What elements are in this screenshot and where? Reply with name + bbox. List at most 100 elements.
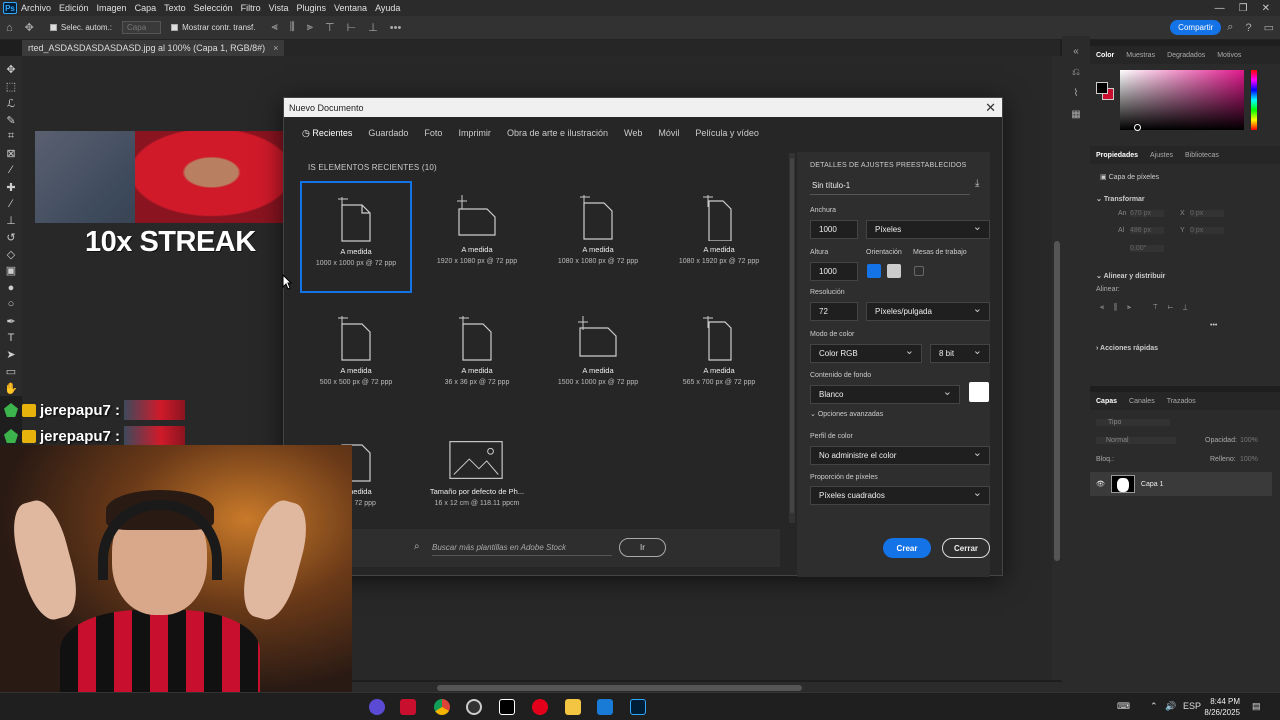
workspace-icon[interactable]: ▭	[1264, 21, 1274, 34]
frame-icon[interactable]: ⊠	[3, 146, 19, 162]
rectangle-icon[interactable]: ▭	[3, 364, 19, 380]
keyboard-icon[interactable]: ⌨	[1117, 701, 1130, 712]
tab-canales[interactable]: Canales	[1129, 398, 1155, 405]
expand-panels-icon[interactable]: «	[1073, 46, 1079, 57]
tab-obra-arte[interactable]: Obra de arte e ilustración	[507, 128, 608, 139]
landscape-orientation-icon[interactable]	[887, 264, 901, 278]
path-select-icon[interactable]: ➤	[3, 347, 19, 363]
crop-icon[interactable]: ⌗	[3, 129, 19, 145]
search-icon[interactable]: ⌕	[1227, 21, 1233, 34]
dodge-icon[interactable]: ○	[3, 297, 19, 313]
hue-slider[interactable]	[1251, 70, 1257, 130]
tab-guardado[interactable]: Guardado	[368, 128, 408, 139]
app-icon-2[interactable]	[597, 699, 613, 715]
app-icon[interactable]	[400, 699, 416, 715]
height-prop-input[interactable]: 486 px	[1130, 227, 1164, 234]
height-input[interactable]: 1000	[810, 262, 858, 281]
menu-capa[interactable]: Capa	[135, 3, 157, 13]
dialog-close-icon[interactable]: ✕	[985, 100, 1002, 116]
preset-card[interactable]: A medida 1080 x 1920 px @ 72 ppp	[663, 181, 775, 293]
obs-icon[interactable]	[466, 699, 482, 715]
capcut-icon[interactable]	[499, 699, 515, 715]
align-left-icon[interactable]: ⫷	[272, 21, 278, 34]
document-name-input[interactable]: Sin título-1	[810, 177, 970, 195]
background-color-swatch[interactable]	[969, 382, 989, 402]
move-tool-icon[interactable]: ✥	[25, 21, 34, 34]
chrome-icon[interactable]	[434, 699, 450, 715]
background-select[interactable]: Blanco	[810, 385, 960, 404]
layer-row[interactable]: 👁 Capa 1	[1090, 472, 1272, 496]
show-transform-checkbox[interactable]	[171, 24, 179, 31]
tab-bibliotecas[interactable]: Bibliotecas	[1185, 152, 1219, 159]
menu-edicion[interactable]: Edición	[59, 3, 89, 13]
quick-actions-section[interactable]: › Acciones rápidas	[1096, 345, 1158, 352]
file-explorer-icon[interactable]	[565, 699, 581, 715]
move-icon[interactable]: ✥	[3, 62, 19, 78]
preset-card[interactable]: A medida 36 x 36 px @ 72 ppp	[421, 302, 533, 414]
pen-icon[interactable]: ✒	[3, 313, 19, 329]
layer-kind-filter[interactable]: Tipo	[1096, 419, 1170, 426]
menu-plugins[interactable]: Plugins	[297, 3, 327, 13]
align-bottom-icon[interactable]: ⊥	[368, 21, 378, 34]
color-profile-select[interactable]: No administre el color	[810, 446, 990, 465]
advanced-options-toggle[interactable]: ⌄ Opciones avanzadas	[810, 410, 883, 418]
menu-vista[interactable]: Vista	[269, 3, 289, 13]
angle-prop-input[interactable]: 0,00°	[1130, 245, 1164, 252]
type-icon[interactable]: T	[3, 330, 19, 346]
fill-input[interactable]: 100%	[1240, 456, 1258, 463]
resolution-input[interactable]: 72	[810, 302, 858, 321]
tab-web[interactable]: Web	[624, 128, 642, 139]
tab-ajustes[interactable]: Ajustes	[1150, 152, 1173, 159]
align-middle-icon[interactable]: ⊢	[347, 21, 357, 34]
swatches-panel-icon[interactable]: ▦	[1071, 109, 1080, 120]
opera-icon[interactable]	[532, 699, 548, 715]
align-icons[interactable]: ⫷⫼⫸ ⊤⊢⊥	[1100, 304, 1197, 312]
artboards-checkbox[interactable]	[914, 266, 924, 276]
notifications-icon[interactable]: ▤	[1252, 701, 1261, 712]
tab-propiedades[interactable]: Propiedades	[1096, 152, 1138, 159]
eyedropper-icon[interactable]: ⁄	[3, 163, 19, 179]
tab-recientes[interactable]: ◷ Recientes	[302, 128, 352, 139]
search-go-button[interactable]: Ir	[619, 538, 666, 557]
tab-capas[interactable]: Capas	[1096, 398, 1117, 405]
preset-card[interactable]: A medida 500 x 500 px @ 72 ppp	[300, 302, 412, 414]
blur-icon[interactable]: ●	[3, 280, 19, 296]
align-top-icon[interactable]: ⊤	[325, 21, 335, 34]
quick-select-icon[interactable]: ✎	[3, 112, 19, 128]
y-prop-input[interactable]: 0 px	[1190, 227, 1224, 234]
tab-imprimir[interactable]: Imprimir	[458, 128, 491, 139]
auto-select-target[interactable]: Capa	[122, 21, 162, 34]
more-options-icon[interactable]: •••	[390, 22, 402, 34]
foreground-background-swatch[interactable]	[1096, 82, 1114, 100]
align-section[interactable]: ⌄ Alinear y distribuir	[1096, 272, 1165, 280]
menu-imagen[interactable]: Imagen	[97, 3, 127, 13]
x-prop-input[interactable]: 0 px	[1190, 210, 1224, 217]
save-preset-icon[interactable]: ⤓	[975, 178, 979, 189]
width-unit-select[interactable]: Píxeles	[866, 220, 990, 239]
document-tab[interactable]: rted_ASDASDASDASDASD.jpg al 100% (Capa 1…	[22, 40, 285, 56]
healing-icon[interactable]: ✚	[3, 179, 19, 195]
width-input[interactable]: 1000	[810, 220, 858, 239]
tray-chevron-icon[interactable]: ⌃	[1150, 701, 1158, 712]
tab-muestras[interactable]: Muestras	[1126, 52, 1155, 59]
preset-card[interactable]: A medida 565 x 700 px @ 72 ppp	[663, 302, 775, 414]
gradient-icon[interactable]: ▣	[3, 263, 19, 279]
width-prop-input[interactable]: 670 px	[1130, 210, 1164, 217]
resolution-unit-select[interactable]: Píxeles/pulgada	[866, 302, 990, 321]
brushes-icon[interactable]: ⌇	[1074, 88, 1079, 99]
volume-icon[interactable]: 🔊	[1165, 701, 1176, 712]
tab-foto[interactable]: Foto	[424, 128, 442, 139]
menu-ventana[interactable]: Ventana	[334, 3, 367, 13]
history-brush-icon[interactable]: ↺	[3, 230, 19, 246]
menu-texto[interactable]: Texto	[164, 3, 186, 13]
bit-depth-select[interactable]: 8 bit	[930, 344, 990, 363]
tab-movil[interactable]: Móvil	[658, 128, 679, 139]
preset-grid-scrollbar[interactable]	[789, 153, 795, 523]
share-button[interactable]: Compartir	[1170, 20, 1222, 35]
close-tab-icon[interactable]: ×	[273, 43, 278, 53]
color-picker-field[interactable]	[1120, 70, 1244, 131]
portrait-orientation-icon[interactable]	[867, 264, 881, 278]
language-indicator[interactable]: ESP	[1183, 701, 1201, 711]
tab-color[interactable]: Color	[1096, 52, 1114, 59]
eraser-icon[interactable]: ◇	[3, 246, 19, 262]
